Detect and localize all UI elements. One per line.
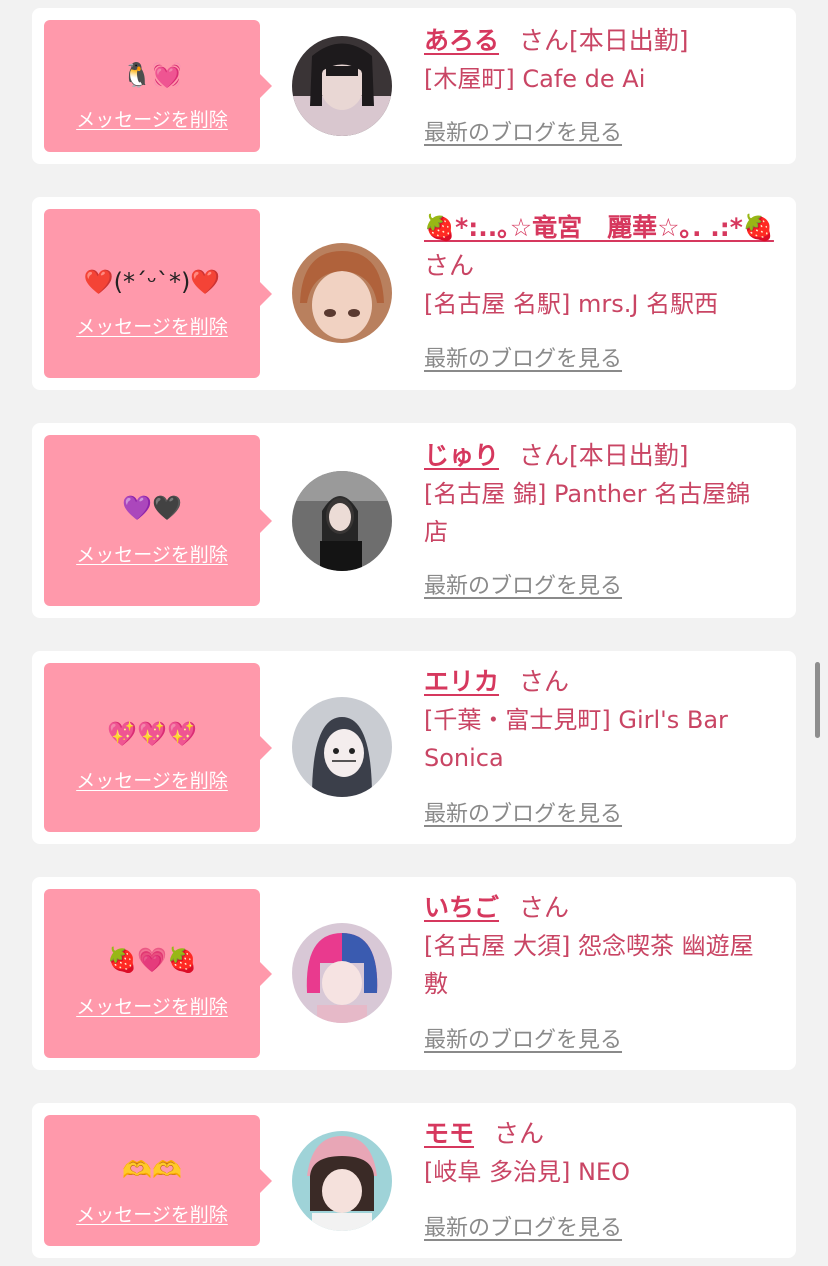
latest-blog-link[interactable]: 最新のブログを見る [424,1215,622,1243]
name-link[interactable]: じゅり [424,441,499,470]
shop-name: [名古屋 錦] Panther 名古屋錦店 [424,480,751,546]
shop-name: [木屋町] Cafe de Ai [424,65,646,93]
shop-name: [岐阜 多治見] NEO [424,1158,630,1186]
message-text: 🐧💓 [122,61,182,89]
delete-message-link[interactable]: メッセージを削除 [44,769,260,793]
name-link[interactable]: いちご [424,893,499,922]
message-text: 💜🖤 [122,494,182,522]
message-bubble: 🍓💗🍓 メッセージを削除 [44,889,272,1058]
avatar[interactable] [292,1131,392,1231]
delete-message-link[interactable]: メッセージを削除 [44,543,260,567]
message-text: 🍓💗🍓 [107,946,197,974]
shop-name: [千葉・富士見町] Girl's Bar Sonica [424,706,728,772]
honorific: さん [494,1119,545,1148]
honorific: さん [519,441,570,470]
message-bubble: 💜🖤 メッセージを削除 [44,435,272,606]
delete-message-link[interactable]: メッセージを削除 [44,315,260,339]
message-text: 🫶🫶 [122,1156,182,1184]
list-item: 🫶🫶 メッセージを削除 モモ さん [岐阜 多治見] NEO 最新のブログを見る [32,1103,796,1258]
avatar[interactable] [292,923,392,1023]
list-item: 🍓💗🍓 メッセージを削除 いちご さん [名古屋 大須] 怨念喫茶 幽遊屋敷 最新… [32,877,796,1070]
latest-blog-link[interactable]: 最新のブログを見る [424,346,622,374]
message-bubble: 🐧💓 メッセージを削除 [44,20,272,152]
scrollbar[interactable] [815,662,820,738]
list-item: 🐧💓 メッセージを削除 あろる さん[本日出勤] [木屋町] Cafe de Ai… [32,8,796,164]
latest-blog-link[interactable]: 最新のブログを見る [424,1027,622,1055]
delete-message-link[interactable]: メッセージを削除 [44,1203,260,1227]
latest-blog-link[interactable]: 最新のブログを見る [424,573,622,601]
avatar[interactable] [292,471,392,571]
name-link[interactable]: あろる [424,26,499,55]
name-link[interactable]: 🍓*:..｡☆竜宮 麗華☆｡. .:*🍓 [424,213,774,242]
message-bubble: 💖💖💖 メッセージを削除 [44,663,272,832]
avatar[interactable] [292,243,392,343]
latest-blog-link[interactable]: 最新のブログを見る [424,801,622,829]
message-bubble: 🫶🫶 メッセージを削除 [44,1115,272,1246]
list-item: 💖💖💖 メッセージを削除 エリカ さん [千葉・富士見町] Girl's Bar … [32,651,796,844]
avatar[interactable] [292,36,392,136]
delete-message-link[interactable]: メッセージを削除 [44,108,260,132]
list-item: ❤️(*´ᵕ`*)❤️ メッセージを削除 🍓*:..｡☆竜宮 麗華☆｡. .:*… [32,197,796,390]
status-label: [本日出勤] [569,26,689,55]
name-link[interactable]: エリカ [424,667,499,696]
shop-name: [名古屋 大須] 怨念喫茶 幽遊屋敷 [424,932,754,998]
message-text: ❤️(*´ᵕ`*)❤️ [83,268,221,296]
shop-name: [名古屋 名駅] mrs.J 名駅西 [424,290,719,318]
latest-blog-link[interactable]: 最新のブログを見る [424,120,622,148]
avatar[interactable] [292,697,392,797]
status-label: [本日出勤] [569,441,689,470]
honorific: さん [519,26,570,55]
list-item: 💜🖤 メッセージを削除 じゅり さん[本日出勤] [名古屋 錦] Panther … [32,423,796,618]
message-bubble: ❤️(*´ᵕ`*)❤️ メッセージを削除 [44,209,272,378]
honorific: さん [424,251,475,280]
honorific: さん [519,893,570,922]
honorific: さん [519,667,570,696]
delete-message-link[interactable]: メッセージを削除 [44,995,260,1019]
name-link[interactable]: モモ [424,1119,474,1148]
message-text: 💖💖💖 [107,720,197,748]
favorites-list: 🐧💓 メッセージを削除 あろる さん[本日出勤] [木屋町] Cafe de Ai… [0,0,828,1266]
